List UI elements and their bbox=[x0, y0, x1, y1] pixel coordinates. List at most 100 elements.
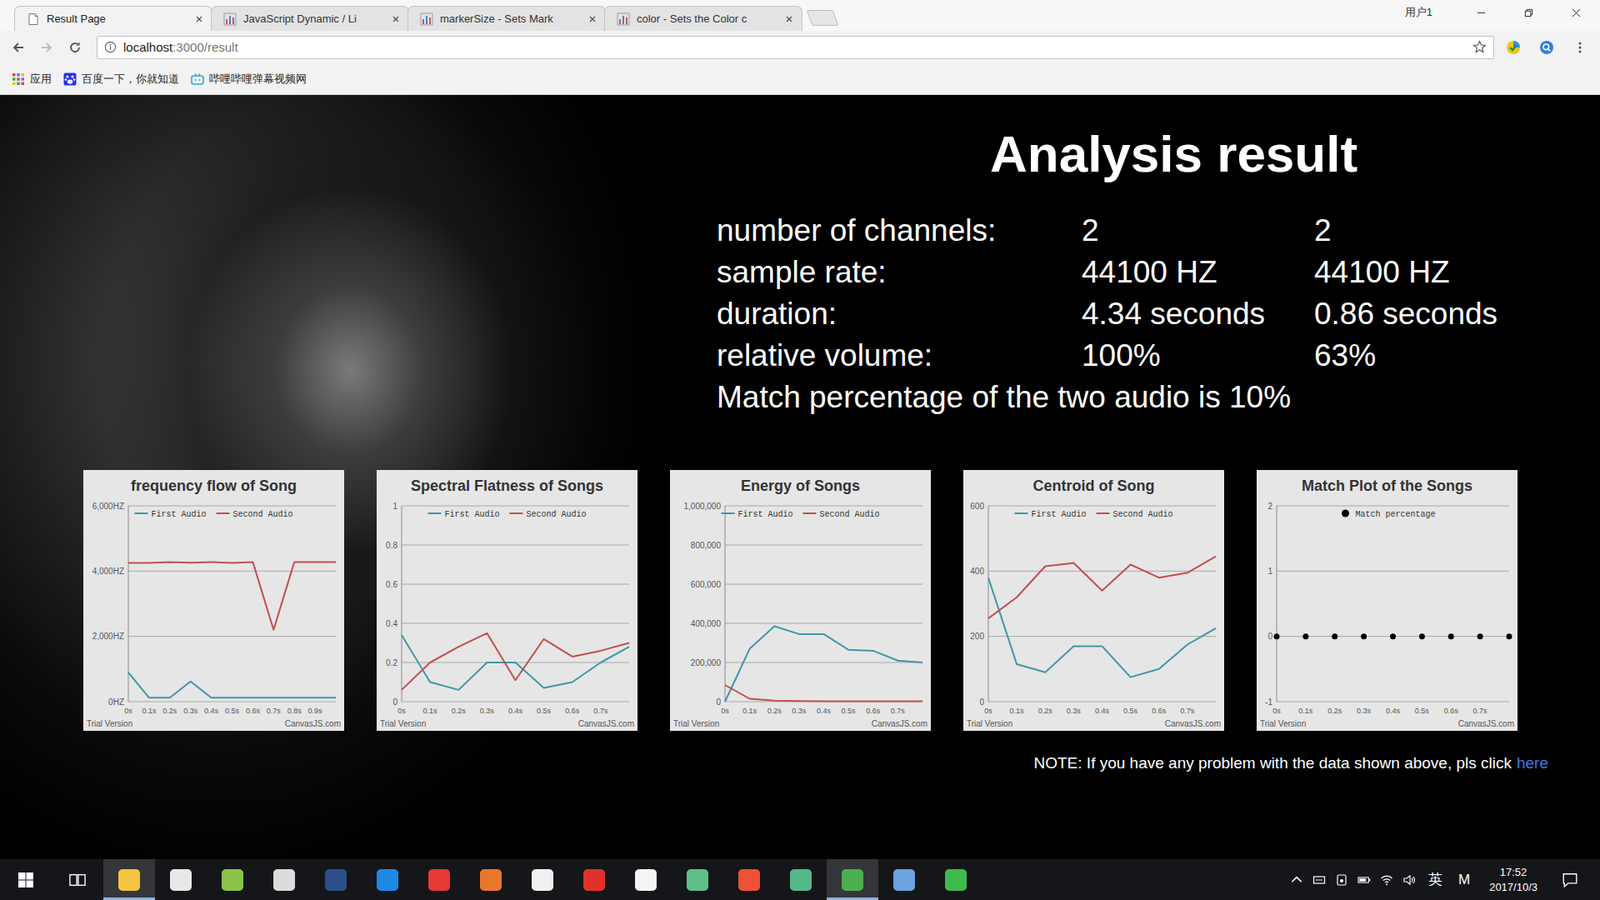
x-tick-label: 0.2s bbox=[162, 706, 178, 715]
notifications-button[interactable] bbox=[1553, 871, 1587, 889]
app-icon bbox=[170, 869, 192, 891]
close-icon[interactable] bbox=[195, 15, 204, 24]
legend-item[interactable]: Second Audio bbox=[1096, 510, 1174, 520]
analysis-summary: Analysis resultnumber of channels:22samp… bbox=[0, 95, 1600, 419]
keyboard-icon[interactable] bbox=[1312, 873, 1326, 887]
legend-item[interactable]: First Audio bbox=[135, 510, 207, 520]
browser-tab[interactable]: color - Sets the Color c bbox=[604, 5, 803, 31]
back-button[interactable] bbox=[4, 35, 33, 60]
taskbar-app[interactable] bbox=[361, 859, 414, 900]
x-tick-label: 0.3s bbox=[791, 706, 807, 715]
profile-name[interactable]: 用户1 bbox=[1405, 5, 1433, 20]
taskbar-app[interactable] bbox=[258, 859, 310, 900]
minimize-icon bbox=[1476, 8, 1486, 18]
legend-item[interactable]: First Audio bbox=[428, 510, 500, 520]
taskbar-app[interactable] bbox=[878, 859, 930, 900]
clock-time: 17:52 bbox=[1500, 865, 1528, 880]
tab-label: Result Page bbox=[46, 12, 189, 25]
taskbar-app[interactable] bbox=[516, 859, 569, 900]
chevron-up-icon[interactable] bbox=[1290, 873, 1304, 887]
y-gridline: 800,000 bbox=[690, 540, 923, 550]
gridline bbox=[401, 545, 630, 546]
taskbar-app[interactable] bbox=[930, 859, 982, 900]
wifi-icon[interactable] bbox=[1380, 873, 1394, 887]
reload-button[interactable] bbox=[60, 35, 90, 60]
x-tick-label: 0s bbox=[1272, 706, 1281, 715]
legend-item[interactable]: Second Audio bbox=[216, 510, 294, 520]
x-tick-label: 0.5s bbox=[841, 706, 857, 715]
minimize-button[interactable] bbox=[1457, 0, 1505, 25]
taskbar: 英M 17:522017/10/3 bbox=[0, 859, 1600, 900]
system-tray: 英M 17:522017/10/3 bbox=[1290, 859, 1600, 900]
taskbar-app[interactable] bbox=[826, 859, 879, 900]
taskbar-app[interactable] bbox=[206, 859, 259, 900]
browser-tab[interactable]: JavaScript Dynamic / Li bbox=[210, 5, 410, 31]
legend-item[interactable]: Second Audio bbox=[510, 510, 587, 520]
new-tab-button[interactable] bbox=[806, 10, 840, 26]
x-tick-label: 0.4s bbox=[508, 706, 524, 715]
extension-button[interactable] bbox=[1532, 35, 1561, 60]
forward-button[interactable] bbox=[32, 35, 61, 60]
legend-label: First Audio bbox=[445, 510, 500, 520]
taskbar-app[interactable] bbox=[723, 859, 775, 900]
browser-tab[interactable]: markerSize - Sets Mark bbox=[407, 5, 606, 31]
legend-line-icon bbox=[803, 512, 817, 515]
baidu-paw-icon bbox=[63, 72, 77, 86]
taskbar-app[interactable] bbox=[775, 859, 827, 900]
app-icon bbox=[376, 869, 399, 891]
taskbar-app[interactable] bbox=[465, 859, 517, 900]
x-tick-label: 0.2s bbox=[1038, 706, 1054, 715]
bookmark[interactable]: 应用 bbox=[11, 71, 52, 87]
close-button[interactable] bbox=[1552, 0, 1600, 25]
star-icon[interactable] bbox=[1472, 40, 1487, 55]
bookmark[interactable]: 哔哩哔哩弹幕视频网 bbox=[190, 71, 307, 87]
close-icon[interactable] bbox=[785, 15, 794, 24]
taskbar-app[interactable] bbox=[155, 859, 207, 900]
close-icon[interactable] bbox=[391, 15, 400, 24]
chart-credit[interactable]: CanvasJS.com bbox=[578, 719, 635, 729]
close-icon[interactable] bbox=[588, 15, 597, 24]
series-points bbox=[1274, 633, 1513, 640]
legend-item[interactable]: First Audio bbox=[1015, 510, 1087, 520]
y-gridline: 0 bbox=[979, 697, 1216, 707]
chart-credit[interactable]: CanvasJS.com bbox=[871, 719, 928, 729]
taskbar-app[interactable] bbox=[413, 859, 465, 900]
chart-credit[interactable]: CanvasJS.com bbox=[1165, 719, 1221, 729]
taskbar-app[interactable] bbox=[103, 859, 155, 900]
chart-credit[interactable]: CanvasJS.com bbox=[1458, 719, 1515, 729]
x-tick-label: 0.1s bbox=[141, 706, 157, 715]
y-tick-label: 4,000HZ bbox=[92, 566, 125, 576]
menu-button[interactable] bbox=[1565, 35, 1595, 60]
start-button[interactable] bbox=[0, 859, 52, 900]
taskbar-app[interactable] bbox=[568, 859, 620, 900]
chart-background bbox=[376, 470, 638, 731]
taskbar-app[interactable] bbox=[671, 859, 724, 900]
browser-tab[interactable]: Result Page bbox=[14, 5, 213, 31]
legend-item[interactable]: Match percentage bbox=[1341, 510, 1436, 520]
x-tick-label: 0s bbox=[397, 706, 406, 715]
legend-item[interactable]: Second Audio bbox=[803, 510, 880, 520]
clock[interactable]: 17:522017/10/3 bbox=[1482, 865, 1545, 895]
taskbar-app[interactable] bbox=[620, 859, 672, 900]
input-language[interactable]: 英 bbox=[1425, 870, 1446, 890]
legend-item[interactable]: First Audio bbox=[721, 510, 794, 520]
app-icon bbox=[635, 869, 657, 891]
y-tick-label: 1,000,000 bbox=[684, 501, 722, 511]
extension-button[interactable] bbox=[1499, 35, 1528, 60]
y-tick-label: 0 bbox=[1267, 631, 1273, 641]
address-bar[interactable]: localhost:3000/result bbox=[96, 35, 1495, 60]
x-tick-label: 0.3s bbox=[183, 706, 199, 715]
bookmark[interactable]: 百度一下，你就知道 bbox=[63, 71, 180, 87]
legend-line-icon bbox=[1015, 512, 1029, 515]
taskbar-app[interactable] bbox=[310, 859, 362, 900]
app-icon bbox=[273, 869, 295, 891]
x-tick-label: 0.1s bbox=[1010, 706, 1025, 715]
speaker-icon[interactable] bbox=[1402, 873, 1416, 887]
ime-mode[interactable]: M bbox=[1455, 871, 1474, 889]
battery-icon[interactable] bbox=[1357, 873, 1371, 887]
restore-button[interactable] bbox=[1505, 0, 1553, 25]
task-view-button[interactable] bbox=[51, 859, 104, 900]
help-link[interactable]: here bbox=[1516, 752, 1549, 775]
device-icon[interactable] bbox=[1335, 873, 1349, 887]
chart-credit[interactable]: CanvasJS.com bbox=[285, 719, 341, 729]
